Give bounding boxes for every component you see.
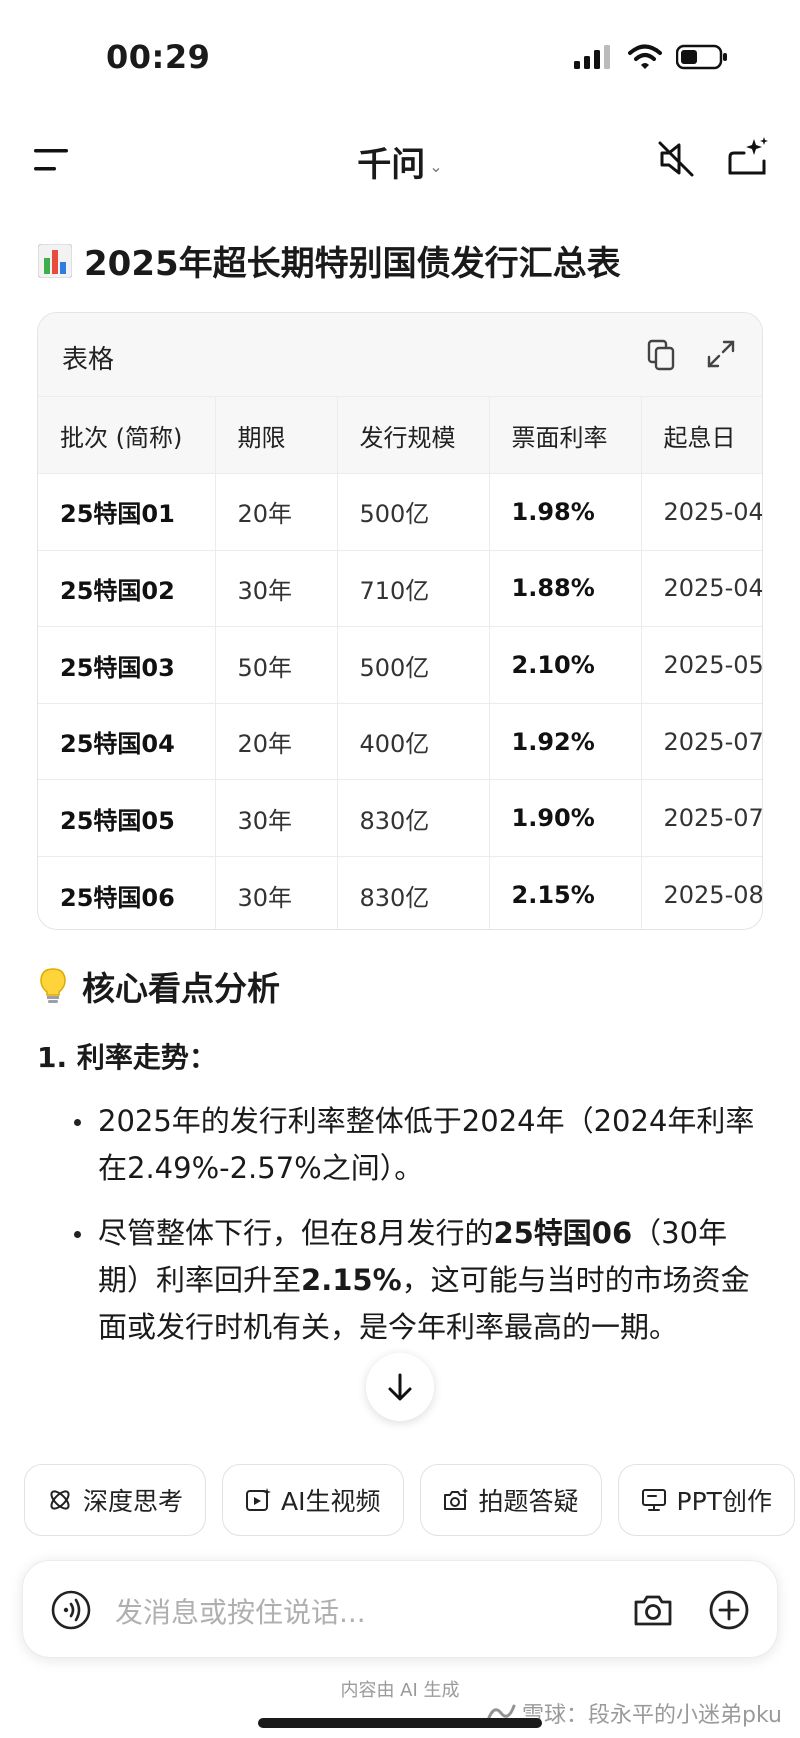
bullet-bold: 25特国06 — [493, 1216, 633, 1250]
bullet-list: 2025年的发行利率整体低于2024年（2024年利率在2.49%-2.57%之… — [70, 1098, 770, 1369]
chip-ai-video[interactable]: AI生视频 — [222, 1464, 404, 1536]
column-header: 票面利率 — [489, 397, 642, 475]
camera-question-icon — [443, 1488, 468, 1510]
camera-icon[interactable] — [633, 1590, 673, 1630]
cell-size: 830亿 — [337, 779, 490, 858]
column-header: 发行规模 — [337, 397, 490, 475]
cell-rate: 2.15% — [489, 856, 642, 929]
cell-size: 500亿 — [337, 626, 490, 704]
chip-ppt[interactable]: PPT创作 — [617, 1464, 795, 1536]
column-header: 期限 — [215, 397, 338, 475]
section-heading-text: 2025年超长期特别国债发行汇总表 — [84, 244, 621, 284]
think-icon — [50, 1490, 70, 1510]
cell-rate: 1.88% — [489, 550, 642, 628]
list-item: 尽管整体下行，但在8月发行的25特国06（30年期）利率回升至2.15%，这可能… — [70, 1210, 770, 1351]
cell-batch: 25特国03 — [38, 626, 216, 704]
copy-icon[interactable] — [646, 339, 676, 371]
table-row: 25特国04 20年 400亿 1.92% 2025-07 — [38, 703, 762, 781]
cell-batch: 25特国02 — [38, 550, 216, 628]
lightbulb-icon — [40, 968, 66, 1003]
cell-size: 830亿 — [337, 856, 490, 929]
cell-rate: 1.98% — [489, 473, 642, 551]
video-icon — [246, 1488, 272, 1511]
cell-date: 2025-05 — [641, 626, 762, 704]
cell-size: 500亿 — [337, 473, 490, 551]
analysis-heading-text: 核心看点分析 — [82, 969, 280, 1008]
app-title-text: 千问 — [357, 145, 426, 185]
cell-size: 710亿 — [337, 550, 490, 628]
scroll-down-button[interactable] — [366, 1353, 434, 1421]
cell-batch: 25特国01 — [38, 473, 216, 551]
table-row: 25特国01 20年 500亿 1.98% 2025-04 — [38, 473, 762, 551]
table-card-title: 表格 — [62, 345, 115, 375]
bond-table: 批次 (简称) 期限 发行规模 票面利率 起息日 25特国01 20年 500亿… — [38, 397, 762, 929]
section-heading-analysis: 核心看点分析 — [38, 962, 280, 1010]
status-time: 00:29 — [106, 38, 211, 76]
cell-date: 2025-04 — [641, 550, 762, 628]
cell-date: 2025-08 — [641, 856, 762, 929]
chip-label: AI生视频 — [281, 1487, 381, 1516]
cell-term: 30年 — [215, 779, 338, 858]
bullet-bold: 2.15% — [301, 1263, 402, 1297]
cell-term: 30年 — [215, 550, 338, 628]
column-header: 批次 (简称) — [38, 397, 216, 475]
point-title: 1. 利率走势： — [37, 1041, 217, 1074]
chip-deep-think[interactable]: 深度思考 — [24, 1464, 207, 1536]
cell-rate: 1.90% — [489, 779, 642, 858]
cell-date: 2025-07 — [641, 703, 762, 781]
table-row: 25特国02 30年 710亿 1.88% 2025-04 — [38, 550, 762, 628]
bar-chart-icon — [38, 243, 72, 278]
voice-icon[interactable] — [51, 1590, 91, 1630]
cell-batch: 25特国04 — [38, 703, 216, 781]
message-input-placeholder[interactable]: 发消息或按住说话... — [115, 1591, 366, 1631]
section-heading-table: 2025年超长期特别国债发行汇总表 — [38, 236, 621, 285]
cell-term: 30年 — [215, 856, 338, 929]
signal-icon — [574, 45, 610, 69]
ppt-icon — [641, 1489, 666, 1511]
mute-icon[interactable] — [656, 139, 696, 179]
table-row: 25特国06 30年 830亿 2.15% 2025-08 — [38, 856, 762, 929]
cell-date: 2025-04 — [641, 473, 762, 551]
home-indicator — [258, 1718, 542, 1728]
table-row: 25特国03 50年 500亿 2.10% 2025-05 — [38, 626, 762, 704]
chip-photo-question[interactable]: 拍题答疑 — [419, 1464, 602, 1536]
new-chat-icon[interactable] — [726, 135, 770, 179]
status-icons — [574, 44, 728, 70]
watermark-text: 雪球：段永平的小迷弟pku — [522, 1703, 782, 1728]
arrow-down-icon — [388, 1373, 412, 1401]
table-row: 25特国05 30年 830亿 1.90% 2025-07 — [38, 779, 762, 858]
chevron-down-icon: ⌄ — [429, 157, 443, 176]
cell-term: 20年 — [215, 703, 338, 781]
quick-action-chips: 深度思考 AI生视频 拍题答疑 PPT创作 — [24, 1464, 795, 1536]
chip-label: 深度思考 — [83, 1487, 184, 1516]
list-item: 2025年的发行利率整体低于2024年（2024年利率在2.49%-2.57%之… — [70, 1098, 770, 1192]
nav-bar: 千问 ⌄ — [0, 125, 800, 195]
cell-term: 20年 — [215, 473, 338, 551]
chip-label: 拍题答疑 — [478, 1487, 579, 1516]
cell-size: 400亿 — [337, 703, 490, 781]
message-input-bar[interactable]: 发消息或按住说话... — [22, 1560, 778, 1658]
bullet-text: 尽管整体下行，但在8月发行的 — [98, 1216, 494, 1250]
battery-icon — [676, 44, 727, 70]
table-card-header: 表格 — [38, 313, 762, 397]
table-card: 表格 批次 (简称) 期限 发行规模 票面利率 起息日 25特国01 20年 5… — [37, 312, 763, 930]
chip-label: PPT创作 — [676, 1487, 772, 1516]
table-header-row: 批次 (简称) 期限 发行规模 票面利率 起息日 — [38, 397, 762, 475]
cell-term: 50年 — [215, 626, 338, 704]
cell-rate: 1.92% — [489, 703, 642, 781]
status-bar: 00:29 — [0, 0, 800, 110]
cell-rate: 2.10% — [489, 626, 642, 704]
expand-icon[interactable] — [706, 339, 736, 369]
wifi-icon — [628, 44, 662, 69]
column-header: 起息日 — [641, 397, 762, 475]
cell-date: 2025-07 — [641, 779, 762, 858]
cell-batch: 25特国05 — [38, 779, 216, 858]
cell-batch: 25特国06 — [38, 856, 216, 929]
plus-icon[interactable] — [709, 1590, 749, 1630]
